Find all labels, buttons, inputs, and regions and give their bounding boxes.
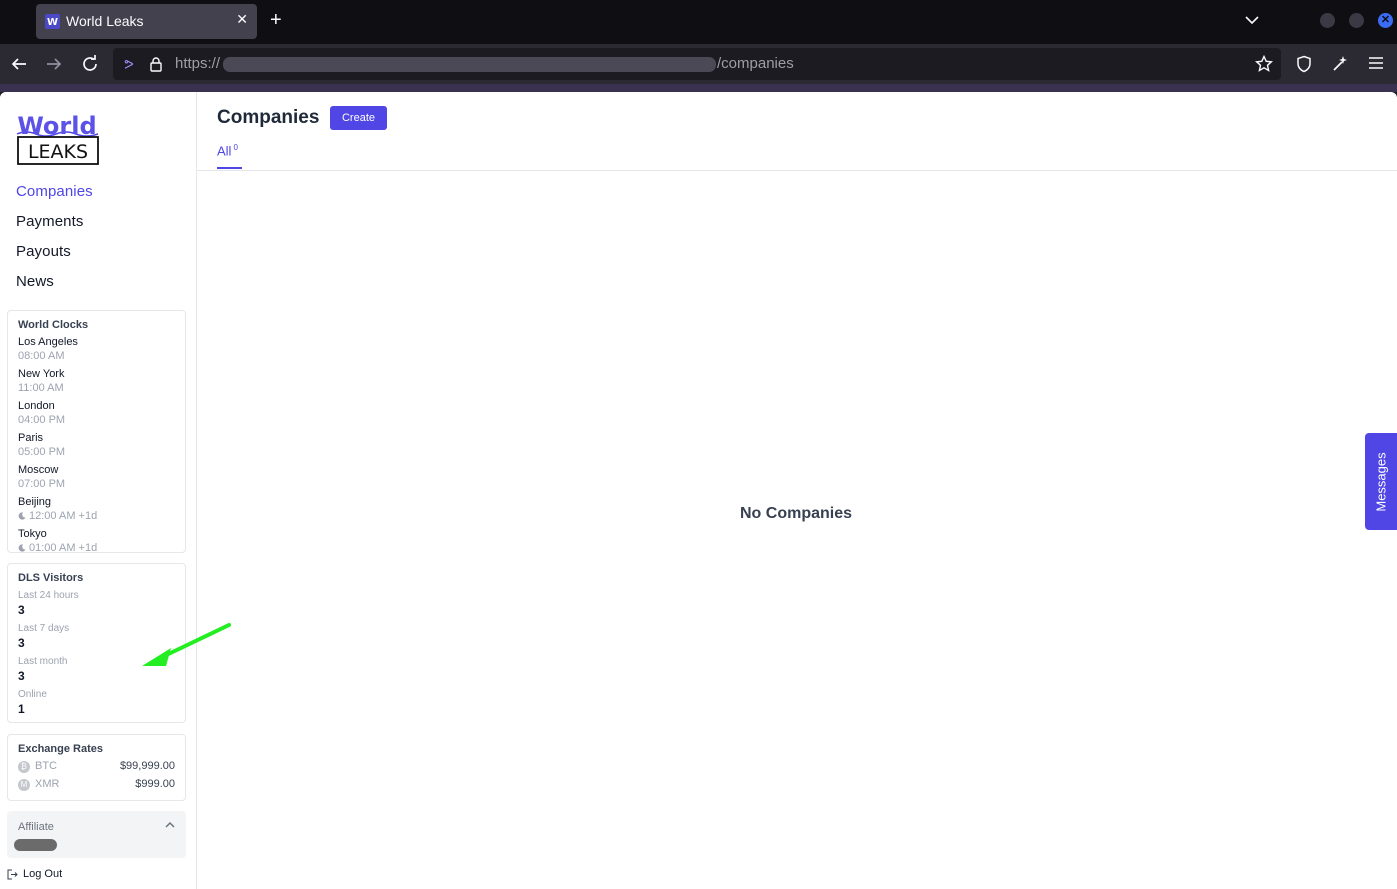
chevron-up-icon[interactable] [164,819,176,831]
tab-close-icon[interactable]: ✕ [236,11,248,28]
tab-list-chevron-icon[interactable] [1244,12,1260,28]
visitor-stat-value: 3 [18,603,25,617]
visitor-stat-label: Last month [18,656,68,667]
main-content: Companies Create All 0 No Companies [197,92,1397,889]
window-maximize-button[interactable] [1349,13,1364,28]
svg-text:W: W [47,17,58,28]
reload-icon[interactable] [81,55,99,73]
new-tab-icon[interactable]: + [270,9,282,32]
clock-time: 04:00 PM [18,414,66,426]
url-redacted [223,57,716,72]
browser-nav-bar: ᕗ https:// /companies [0,44,1397,84]
nav-news[interactable]: News [16,273,54,290]
logo-text-world: World [17,112,96,140]
tab-all[interactable]: All 0 [217,143,238,158]
visitor-stat-label: Last 7 days [18,623,70,634]
affiliate-label: Affiliate [18,821,54,833]
clock-city: New York [18,368,65,380]
visitor-stat-value: 3 [18,669,25,683]
back-arrow-icon[interactable] [10,55,28,73]
exchange-rate-row: ₿ BTC $99,999.00 [18,760,175,774]
clock-time: 12:00 AM +1d [29,510,98,522]
page: World LEAKS Companies Payments Payouts N… [0,92,1397,889]
bookmark-star-icon[interactable] [1255,55,1273,73]
tab-all-label: All [217,143,232,159]
visitor-stat-value: 3 [18,636,25,650]
rate-coin-name: BTC [35,760,57,772]
world-clocks-title: World Clocks [18,319,89,331]
tab-active-indicator [217,167,242,169]
extension-badge-icon[interactable]: ᕗ [121,56,137,72]
rate-coin-name: XMR [35,778,60,790]
clock-time: 01:00 AM +1d [29,542,98,553]
nav-payments[interactable]: Payments [16,213,84,230]
clock-city: London [18,400,55,412]
sidebar: World LEAKS Companies Payments Payouts N… [0,92,197,889]
lock-icon[interactable] [148,56,164,72]
clock-city: Tokyo [18,528,47,540]
bitcoin-icon: ₿ [18,761,30,773]
moon-icon [18,544,26,552]
affiliate-redacted-value [14,839,57,851]
browser-content-edge [0,84,1397,92]
logout-label: Log Out [23,868,63,880]
url-bar[interactable]: ᕗ https:// /companies [113,48,1281,80]
tab-all-count: 0 [233,143,238,152]
forward-arrow-icon[interactable] [45,55,63,73]
clock-time: 05:00 PM [18,446,66,458]
visitor-stat-label: Online [18,689,47,700]
browser-tab-bar: W World Leaks ✕ + ✕ [0,0,1397,44]
create-button[interactable]: Create [330,106,387,130]
tab-divider [197,170,1397,171]
svg-text:ᕗ: ᕗ [124,58,133,72]
clock-city: Los Angeles [18,336,78,348]
shield-icon[interactable] [1295,55,1313,73]
clock-city: Paris [18,432,44,444]
clock-time: 07:00 PM [18,478,66,490]
tab-title: World Leaks [66,13,144,29]
empty-state-message: No Companies [740,505,853,522]
url-prefix: https:// [175,55,221,72]
rate-coin-value: $999.00 [135,778,175,790]
logout-icon [7,869,18,880]
annotation-arrow-icon [142,623,231,666]
monero-icon: M [18,779,30,791]
world-leaks-logo[interactable]: World LEAKS [16,110,100,166]
window-minimize-button[interactable] [1320,13,1335,28]
clock-time: 08:00 AM [18,350,65,362]
visitor-stat-label: Last 24 hours [18,590,79,601]
dls-visitors-title: DLS Visitors [18,572,84,584]
exchange-rates-title: Exchange Rates [18,743,103,755]
exchange-rates-card: Exchange Rates ₿ BTC $99,999.00 M XMR $9… [7,734,186,801]
nav-companies[interactable]: Companies [16,183,93,200]
logo-text-leaks: LEAKS [28,141,88,163]
messages-label: Messages [1373,451,1389,512]
visitor-stat-value: 1 [18,702,25,716]
clock-city: Beijing [18,496,52,508]
window-close-button[interactable]: ✕ [1378,13,1393,28]
affiliate-panel[interactable]: Affiliate [7,811,186,858]
world-clocks-card: World Clocks Los Angeles 08:00 AM New Yo… [7,310,186,553]
page-title: Companies [217,107,320,128]
nav-payouts[interactable]: Payouts [16,243,71,260]
url-suffix: /companies [717,55,794,72]
clock-city: Moscow [18,464,59,476]
site-favicon-icon: W [45,14,60,29]
moon-icon [18,512,26,520]
messages-tab[interactable]: Messages [1365,433,1397,530]
hamburger-menu-icon[interactable] [1368,55,1384,71]
rate-coin-value: $99,999.00 [119,760,175,772]
clock-time: 11:00 AM [18,382,64,394]
exchange-rate-row: M XMR $999.00 [18,778,175,792]
extensions-sparkle-icon[interactable] [1331,55,1349,73]
browser-tab[interactable]: W World Leaks ✕ [36,4,257,39]
